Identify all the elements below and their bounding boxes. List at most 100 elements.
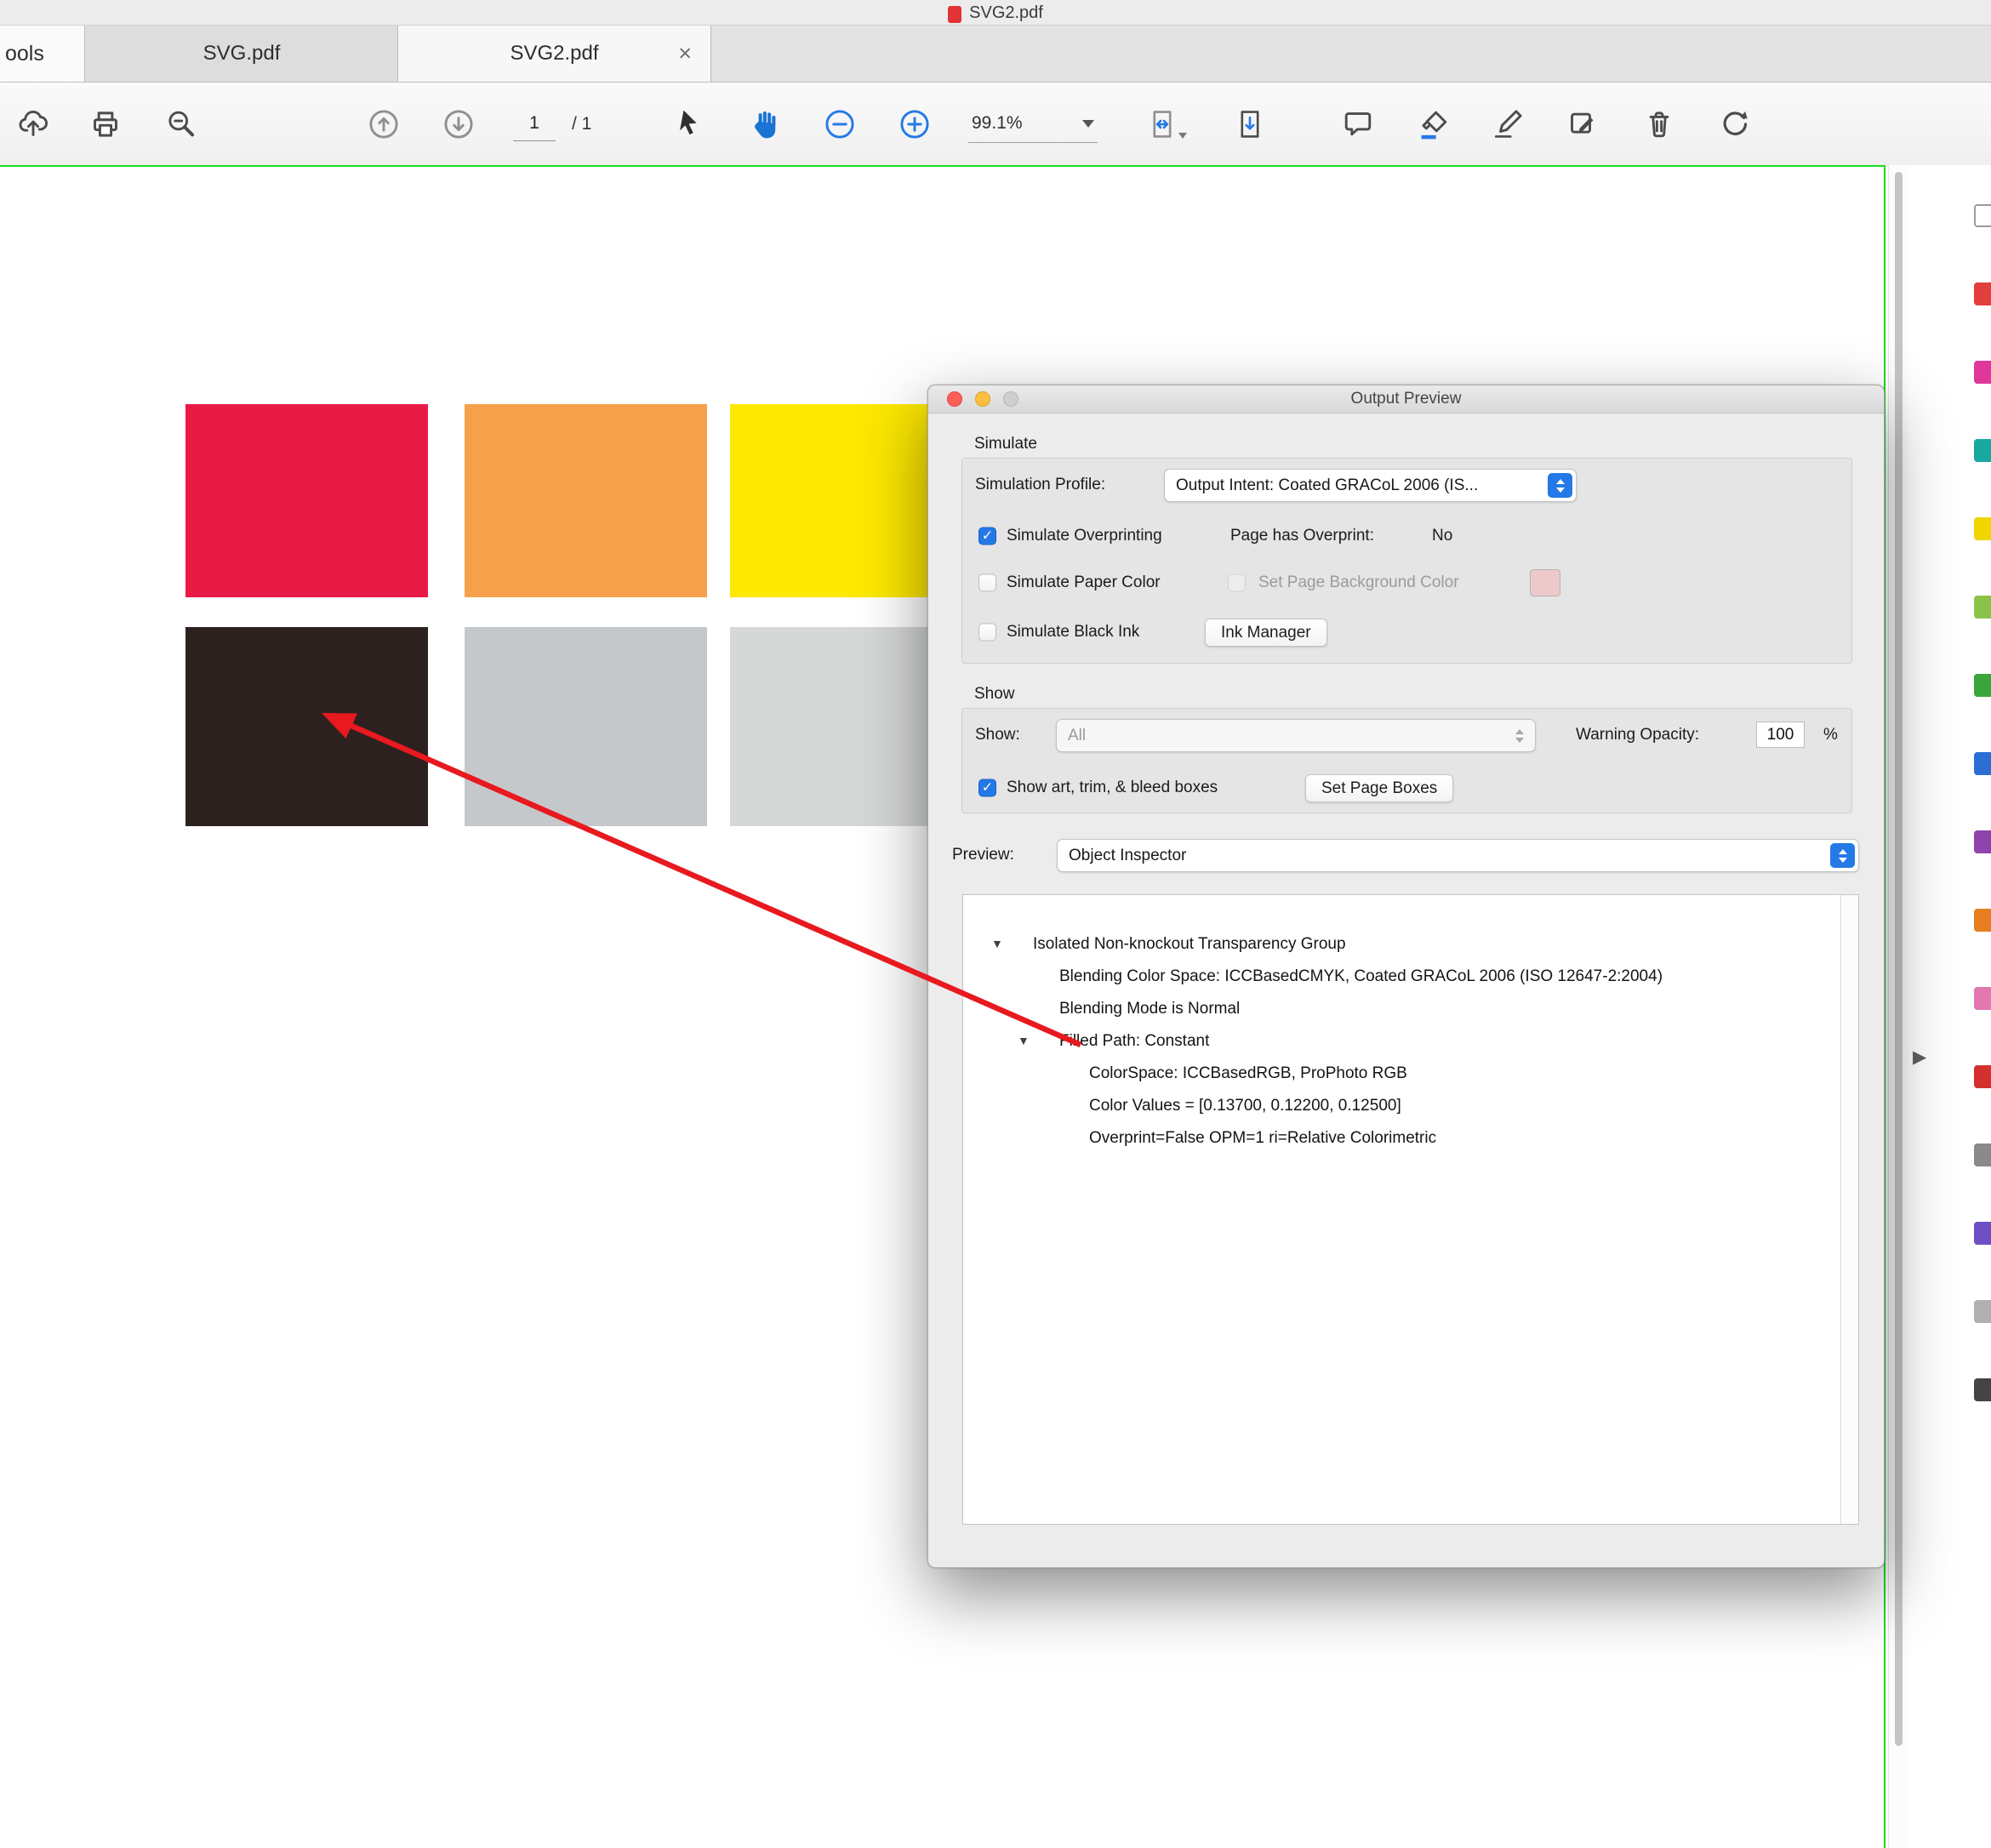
show-value: All <box>1068 726 1087 744</box>
inspector-row-text: Color Values = [0.13700, 0.12200, 0.1250… <box>1089 1097 1401 1115</box>
tree-scrollbar-track[interactable] <box>1840 895 1858 1524</box>
warning-opacity-input[interactable] <box>1756 722 1805 748</box>
panel-tool-icon[interactable] <box>1974 830 1991 853</box>
set-page-background-checkbox <box>1228 573 1246 592</box>
zoom-in-icon[interactable] <box>895 105 934 144</box>
scroll-mode-icon[interactable] <box>1230 105 1269 144</box>
swatch-dark-brown <box>185 627 428 826</box>
highlight-icon[interactable] <box>1414 105 1453 144</box>
inspector-row[interactable]: Blending Color Space: ICCBasedCMYK, Coat… <box>963 961 1858 993</box>
panel-tool-icon[interactable] <box>1974 674 1991 697</box>
panel-tool-icon[interactable] <box>1974 987 1991 1010</box>
dialog-title: Output Preview <box>1350 390 1462 408</box>
ink-manager-button[interactable]: Ink Manager <box>1205 619 1327 647</box>
sign-icon[interactable] <box>1488 105 1527 144</box>
tab-label: SVG.pdf <box>203 42 281 65</box>
inspector-row-text: Blending Color Space: ICCBasedCMYK, Coat… <box>1059 967 1663 985</box>
panel-tool-icon[interactable] <box>1974 1300 1991 1323</box>
page-count-label: / 1 <box>572 113 592 134</box>
delete-icon[interactable] <box>1640 105 1679 144</box>
simulation-profile-label: Simulation Profile: <box>975 476 1106 493</box>
panel-tool-icon[interactable] <box>1974 204 1991 227</box>
zoom-window-icon[interactable] <box>1003 391 1018 407</box>
tab-label: SVG2.pdf <box>510 42 599 65</box>
simulate-paper-color-label: Simulate Paper Color <box>1007 573 1161 591</box>
previous-page-icon[interactable] <box>364 105 403 144</box>
panel-tool-icon[interactable] <box>1974 1065 1991 1088</box>
preview-dropdown[interactable]: Object Inspector <box>1057 839 1859 872</box>
object-inspector-tree: ▼ Isolated Non-knockout Transparency Gro… <box>962 894 1859 1525</box>
panel-tool-icon[interactable] <box>1974 282 1991 305</box>
tab-svg2-pdf[interactable]: SVG2.pdf × <box>398 26 711 82</box>
inspector-row-text: ColorSpace: ICCBasedRGB, ProPhoto RGB <box>1089 1064 1407 1082</box>
inspector-row-text: Isolated Non-knockout Transparency Group <box>1033 935 1346 953</box>
simulate-black-ink-checkbox[interactable] <box>978 623 996 642</box>
panel-expand-icon[interactable]: ▶ <box>1913 1047 1926 1068</box>
marquee-zoom-icon[interactable] <box>162 105 201 144</box>
comment-icon[interactable] <box>1338 105 1378 144</box>
minimize-window-icon[interactable] <box>975 391 990 407</box>
page-fit-icon[interactable] <box>1143 105 1187 144</box>
tab-tools[interactable]: ools <box>0 26 85 82</box>
panel-tool-icon[interactable] <box>1974 1222 1991 1245</box>
vertical-scrollbar[interactable] <box>1888 165 1908 1848</box>
inspector-row[interactable]: ▼ Isolated Non-knockout Transparency Gro… <box>963 928 1858 961</box>
select-tool-icon[interactable] <box>670 105 709 144</box>
zoom-level-control[interactable]: 99.1% <box>968 106 1098 143</box>
traffic-lights <box>947 391 1018 407</box>
inspector-row[interactable]: Overprint=False OPM=1 ri=Relative Colori… <box>963 1122 1858 1155</box>
swatch-crimson <box>185 404 428 597</box>
simulate-heading: Simulate <box>974 435 1037 453</box>
tab-svg-pdf[interactable]: SVG.pdf <box>86 26 398 82</box>
panel-tool-icon[interactable] <box>1974 1144 1991 1166</box>
show-dropdown: All <box>1056 719 1536 752</box>
dialog-titlebar[interactable]: Output Preview <box>928 385 1884 414</box>
simulate-paper-color-checkbox[interactable] <box>978 573 996 592</box>
simulation-profile-dropdown[interactable]: Output Intent: Coated GRACoL 2006 (IS... <box>1164 469 1577 502</box>
disclosure-triangle-icon[interactable]: ▼ <box>1018 1024 1030 1057</box>
disclosure-triangle-icon[interactable]: ▼ <box>991 927 1003 960</box>
panel-tool-icon[interactable] <box>1974 517 1991 540</box>
panel-tool-icon[interactable] <box>1974 596 1991 619</box>
tab-close-icon[interactable]: × <box>678 42 692 66</box>
page-has-overprint-value: No <box>1432 527 1453 545</box>
percent-label: % <box>1823 726 1838 744</box>
dropdown-stepper-icon <box>1507 723 1532 748</box>
inspector-row-text: Filled Path: Constant <box>1059 1032 1210 1050</box>
simulate-group: Simulation Profile: Output Intent: Coate… <box>961 458 1852 664</box>
simulate-overprinting-checkbox[interactable] <box>978 527 996 545</box>
simulate-overprinting-label: Simulate Overprinting <box>1007 527 1162 545</box>
page-box-border-top <box>0 165 1885 167</box>
edit-annotation-icon[interactable] <box>1563 105 1602 144</box>
share-upload-icon[interactable] <box>14 105 53 144</box>
acrobat-window: SVG2.pdf ools SVG.pdf SVG2.pdf × 1 / 1 9… <box>0 0 1991 1848</box>
close-window-icon[interactable] <box>947 391 962 407</box>
panel-tool-icon[interactable] <box>1974 439 1991 462</box>
chevron-down-icon <box>1082 119 1094 128</box>
show-boxes-checkbox[interactable] <box>978 779 996 797</box>
hand-tool-icon[interactable] <box>746 105 785 144</box>
panel-tool-icon[interactable] <box>1974 361 1991 384</box>
right-tool-strip <box>1969 165 1991 1848</box>
panel-tool-icon[interactable] <box>1974 909 1991 932</box>
page-number-input[interactable] <box>513 106 556 141</box>
inspector-row[interactable]: Blending Mode is Normal <box>963 993 1858 1025</box>
panel-tool-icon[interactable] <box>1974 1378 1991 1401</box>
inspector-row[interactable]: ColorSpace: ICCBasedRGB, ProPhoto RGB <box>963 1058 1858 1090</box>
inspector-row[interactable]: ▼ Filled Path: Constant <box>963 1025 1858 1058</box>
set-page-boxes-button[interactable]: Set Page Boxes <box>1305 774 1454 802</box>
chevron-down-icon <box>1178 132 1187 139</box>
inspector-row-text: Overprint=False OPM=1 ri=Relative Colori… <box>1089 1129 1437 1147</box>
rotate-icon[interactable] <box>1714 105 1754 144</box>
show-label: Show: <box>975 726 1020 744</box>
scrollbar-thumb[interactable] <box>1895 172 1903 1746</box>
inspector-row[interactable]: Color Values = [0.13700, 0.12200, 0.1250… <box>963 1090 1858 1122</box>
print-icon[interactable] <box>86 105 125 144</box>
preview-label: Preview: <box>952 846 1014 864</box>
next-page-icon[interactable] <box>439 105 478 144</box>
preview-value: Object Inspector <box>1069 846 1187 864</box>
set-page-background-label: Set Page Background Color <box>1258 573 1459 591</box>
page-background-color-well[interactable] <box>1530 569 1560 596</box>
zoom-out-icon[interactable] <box>820 105 859 144</box>
panel-tool-icon[interactable] <box>1974 752 1991 775</box>
